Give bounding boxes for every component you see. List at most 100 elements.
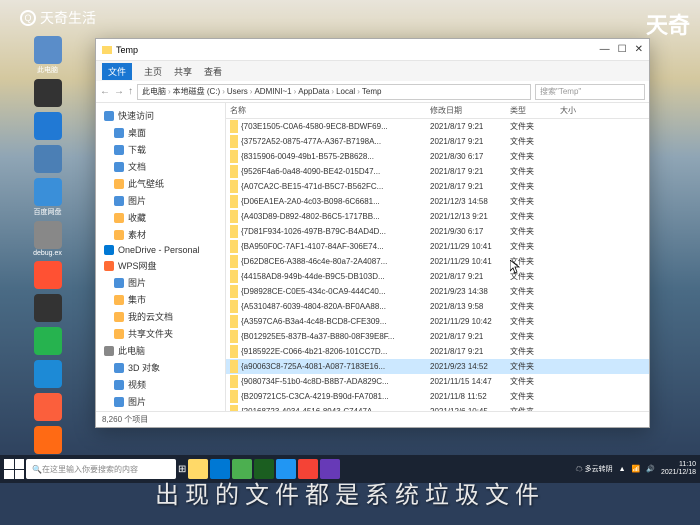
desktop-icon[interactable] [5,111,90,142]
file-date: 2021/8/17 9:21 [426,135,506,148]
desktop-icon[interactable] [5,326,90,357]
sidebar-item-label: 此电脑 [118,344,145,357]
file-name: {B209721C5-C3CA-4219-B90d-FA7081... [226,390,426,403]
app-icon [34,79,62,107]
weather[interactable]: ☁ 多云转阴 [576,464,613,474]
sidebar-item[interactable]: OneDrive - Personal [96,243,225,257]
desktop-icon[interactable]: debug.ex [5,220,90,258]
file-row[interactable]: {8315906-0049-49b1-B575-2B8628...2021/8/… [226,149,649,164]
sidebar-item[interactable]: 我的云文档 [96,308,225,325]
file-row[interactable]: {20168723-4034-4516-8943-C7447A...2021/1… [226,404,649,411]
video-subtitle: 出现的文件都是系统垃圾文件 [0,475,700,510]
sidebar-item[interactable]: 图片 [96,393,225,410]
file-row[interactable]: {A5310487-6039-4804-820A-BF0AA88...2021/… [226,299,649,314]
col-size[interactable]: 大小 [556,103,596,118]
col-type[interactable]: 类型 [506,103,556,118]
file-row[interactable]: {A3597CA6-B3a4-4c48-BCD8-CFE309...2021/1… [226,314,649,329]
breadcrumb-segment[interactable]: 此电脑 [142,86,166,97]
file-size [556,305,596,309]
back-button[interactable]: ← [100,86,110,97]
file-name: {9526F4a6-0a48-4090-BE42-015D47... [226,165,426,178]
tab-share[interactable]: 共享 [174,65,192,78]
file-date: 2021/11/29 10:41 [426,240,506,253]
desktop-icon[interactable] [5,78,90,109]
search-input[interactable]: 搜索"Temp" [535,84,645,100]
file-type: 文件夹 [506,299,556,314]
desktop-icon[interactable] [5,144,90,175]
maximize-button[interactable]: ☐ [618,44,627,55]
breadcrumb[interactable]: 此电脑›本地磁盘 (C:)›Users›ADMINI~1›AppData›Loc… [137,84,531,100]
desktop-icon[interactable]: 此电脑 [5,35,90,76]
folder-icon [114,397,124,407]
file-row[interactable]: {37572A52-0875-477A-A367-B7198A...2021/8… [226,134,649,149]
sidebar-item[interactable]: 3D 对象 [96,359,225,376]
file-row[interactable]: {703E1505-C0A6-4580-9EC8-BDWF69...2021/8… [226,119,649,134]
sidebar-item[interactable]: 此气壁纸 [96,175,225,192]
desktop-icon[interactable] [5,260,90,291]
breadcrumb-segment[interactable]: ADMINI~1 [254,87,291,96]
desktop-icon[interactable] [5,425,90,456]
sidebar-item[interactable]: 集市 [96,291,225,308]
file-date: 2021/9/30 6:17 [426,225,506,238]
file-type: 文件夹 [506,329,556,344]
col-name[interactable]: 名称 [226,103,426,118]
task-view-button[interactable]: ⊞ [178,464,186,475]
icon-label: debug.ex [33,250,62,257]
file-row[interactable]: {A07CA2C-BE15-471d-B5C7-B562FC...2021/8/… [226,179,649,194]
sidebar-item[interactable]: 共享文件夹 [96,325,225,342]
titlebar[interactable]: Temp — ☐ ✕ [96,39,649,61]
file-row[interactable]: {9185922E-C066-4b21-8206-101CC7D...2021/… [226,344,649,359]
desktop-icon[interactable] [5,359,90,390]
sidebar-item[interactable]: 快速访问 [96,107,225,124]
file-type: 文件夹 [506,374,556,389]
file-row[interactable]: {D62D8CE6-A388-46c4e-80a7-2A4087...2021/… [226,254,649,269]
file-row[interactable]: {B209721C5-C3CA-4219-B90d-FA7081...2021/… [226,389,649,404]
navigation-sidebar: 快速访问桌面下载文档此气壁纸图片收藏素材OneDrive - PersonalW… [96,103,226,411]
sidebar-item[interactable]: 下载 [96,141,225,158]
file-row[interactable]: {a90063C8-725A-4081-A087-7183E16...2021/… [226,359,649,374]
icon-label: 百度网盘 [34,207,62,217]
file-row[interactable]: {BA950F0C-7AF1-4107-84AF-306E74...2021/1… [226,239,649,254]
folder-icon [114,230,124,240]
file-row[interactable]: {9080734F-51b0-4c8D-B8B7-ADA829C...2021/… [226,374,649,389]
file-row[interactable]: {9526F4a6-0a48-4090-BE42-015D47...2021/8… [226,164,649,179]
desktop-icon[interactable] [5,293,90,324]
desktop-icon[interactable] [5,392,90,423]
sidebar-item[interactable]: 图片 [96,274,225,291]
desktop-icons-column: 此电脑百度网盘 debug.ex [5,35,90,480]
file-row[interactable]: {7D81F934-1026-497B-B79C-B4AD4D...2021/9… [226,224,649,239]
tab-view[interactable]: 查看 [204,65,222,78]
breadcrumb-segment[interactable]: AppData [298,87,329,96]
sidebar-item[interactable]: WPS网盘 [96,257,225,274]
sidebar-item[interactable]: 素材 [96,226,225,243]
breadcrumb-segment[interactable]: Users [227,87,248,96]
sidebar-item[interactable]: 视频 [96,376,225,393]
minimize-button[interactable]: — [600,44,610,55]
status-bar: 8,260 个项目 [96,411,649,427]
forward-button[interactable]: → [114,86,124,97]
breadcrumb-segment[interactable]: 本地磁盘 (C:) [173,86,221,97]
tray-icon[interactable]: ▲ [619,466,626,473]
close-button[interactable]: ✕ [635,44,643,55]
file-row[interactable]: {44158AD8-949b-44de-B9C5-DB103D...2021/8… [226,269,649,284]
breadcrumb-segment[interactable]: Temp [362,87,382,96]
sidebar-item[interactable]: 收藏 [96,209,225,226]
sidebar-item[interactable]: 图片 [96,192,225,209]
tab-home[interactable]: 主页 [144,65,162,78]
volume-icon[interactable]: 🔊 [646,465,655,473]
file-row[interactable]: {D06EA1EA-2A0-4c03-B098-6C6681...2021/12… [226,194,649,209]
up-button[interactable]: ↑ [128,86,133,97]
network-icon[interactable]: 📶 [632,465,641,473]
sidebar-item[interactable]: 此电脑 [96,342,225,359]
folder-icon [230,330,238,343]
breadcrumb-segment[interactable]: Local [336,87,355,96]
tab-file[interactable]: 文件 [102,63,132,80]
sidebar-item[interactable]: 文档 [96,158,225,175]
file-date: 2021/9/23 14:52 [426,360,506,373]
file-row[interactable]: {A403D89-D892-4802-B6C5-1717BB...2021/12… [226,209,649,224]
file-row[interactable]: {B012925E5-837B-4a37-B880-08F39E8F...202… [226,329,649,344]
file-row[interactable]: {D98928CE-C0E5-434c-0CA9-444C40...2021/9… [226,284,649,299]
sidebar-item[interactable]: 桌面 [96,124,225,141]
desktop-icon[interactable]: 百度网盘 [5,177,90,218]
col-date[interactable]: 修改日期 [426,103,506,118]
